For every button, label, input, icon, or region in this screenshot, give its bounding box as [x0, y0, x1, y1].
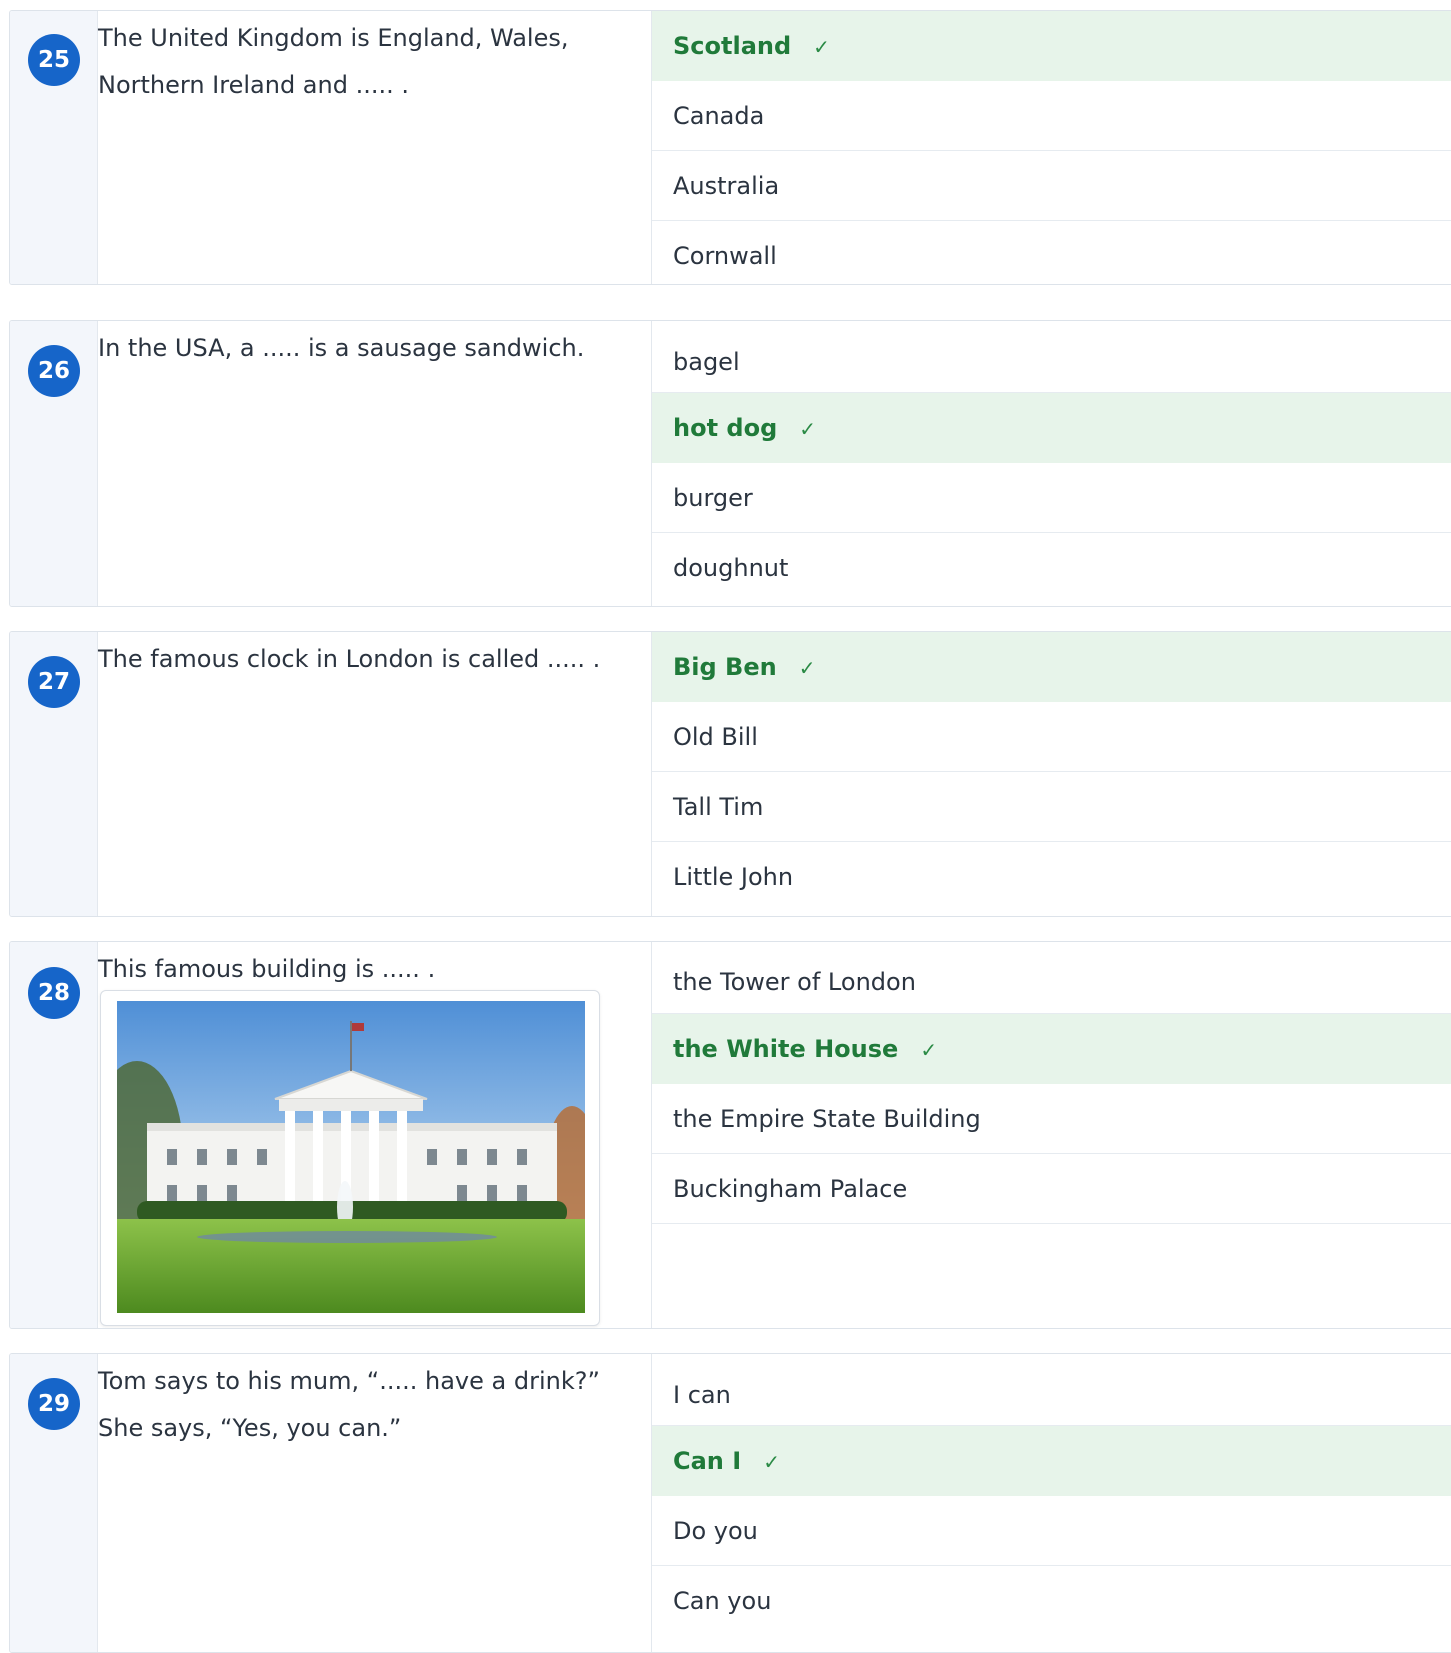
question-card: 27 The famous clock in London is called … [9, 631, 1451, 917]
white-house-image [117, 1001, 585, 1313]
answer-options: the Tower of London the White House ✓ the… [652, 942, 1451, 1328]
answer-option[interactable]: bagel [652, 321, 1451, 393]
answer-option[interactable]: Old Bill [652, 702, 1451, 772]
question-card: 29 Tom says to his mum, “..... have a dr… [9, 1353, 1451, 1653]
answer-label: Little John [673, 863, 794, 891]
question-text-line: The famous clock in London is called ...… [98, 645, 601, 673]
answer-option[interactable]: Buckingham Palace [652, 1154, 1451, 1224]
question-prompt: In the USA, a ..... is a sausage sandwic… [98, 321, 652, 606]
check-icon: ✓ [799, 417, 817, 441]
question-number-badge: 28 [28, 967, 80, 1019]
answer-option[interactable]: the Tower of London [652, 942, 1451, 1014]
answer-option[interactable]: I can [652, 1354, 1451, 1426]
answer-label: doughnut [673, 554, 789, 582]
question-card: 25 The United Kingdom is England, Wales,… [9, 10, 1451, 285]
answer-label: Canada [673, 102, 765, 130]
answer-option-correct[interactable]: Big Ben ✓ [652, 632, 1451, 702]
answer-label: Australia [673, 172, 780, 200]
question-text-line: This famous building is ..... . [98, 955, 436, 983]
answer-option[interactable]: Can you [652, 1566, 1451, 1636]
question-number-column: 28 [10, 942, 98, 1328]
question-text: The famous clock in London is called ...… [98, 636, 628, 683]
question-prompt: This famous building is ..... . [98, 942, 652, 1328]
answer-label: Tall Tim [673, 793, 764, 821]
question-prompt: The famous clock in London is called ...… [98, 632, 652, 916]
answer-label: Scotland [673, 32, 792, 60]
answer-option-correct[interactable]: Scotland ✓ [652, 11, 1451, 81]
answer-option[interactable]: the Empire State Building [652, 1084, 1451, 1154]
question-text-line: She says, “Yes, you can.” [98, 1414, 402, 1442]
answer-label: I can [673, 1381, 731, 1409]
answer-label: the Tower of London [673, 968, 916, 996]
question-card: 26 In the USA, a ..... is a sausage sand… [9, 320, 1451, 607]
answer-label: Buckingham Palace [673, 1175, 908, 1203]
question-text-line: Northern Ireland and ..... . [98, 71, 409, 99]
question-number-column: 27 [10, 632, 98, 916]
answer-option[interactable]: Tall Tim [652, 772, 1451, 842]
question-text: The United Kingdom is England, Wales, No… [98, 15, 628, 109]
question-number-badge: 29 [28, 1378, 80, 1430]
answer-label: Can you [673, 1587, 772, 1615]
answer-option[interactable]: burger [652, 463, 1451, 533]
answer-option[interactable]: Australia [652, 151, 1451, 221]
answer-label: Cornwall [673, 242, 777, 270]
question-text-line: Tom says to his mum, “..... have a drink… [98, 1367, 600, 1395]
answer-label: Old Bill [673, 723, 758, 751]
answer-options: I can Can I ✓ Do you Can you [652, 1354, 1451, 1652]
answer-option-correct[interactable]: hot dog ✓ [652, 393, 1451, 463]
check-icon: ✓ [920, 1038, 938, 1062]
answer-option[interactable]: Canada [652, 81, 1451, 151]
answer-option[interactable]: Little John [652, 842, 1451, 912]
answer-label: Do you [673, 1517, 758, 1545]
answer-label: Big Ben [673, 653, 777, 681]
question-prompt: Tom says to his mum, “..... have a drink… [98, 1354, 652, 1652]
check-icon: ✓ [798, 656, 816, 680]
question-text: This famous building is ..... . [98, 946, 628, 993]
answer-label: burger [673, 484, 753, 512]
question-text-line: In the USA, a ..... is a sausage sandwic… [98, 334, 585, 362]
answer-option-correct[interactable]: Can I ✓ [652, 1426, 1451, 1496]
question-card: 28 This famous building is ..... . the T… [9, 941, 1451, 1329]
question-number-column: 29 [10, 1354, 98, 1652]
answer-option[interactable]: Do you [652, 1496, 1451, 1566]
answer-options: Big Ben ✓ Old Bill Tall Tim Little John [652, 632, 1451, 916]
question-number-column: 25 [10, 11, 98, 284]
question-number-column: 26 [10, 321, 98, 606]
check-icon: ✓ [763, 1450, 780, 1474]
answer-label: hot dog [673, 414, 778, 442]
answer-option[interactable]: doughnut [652, 533, 1451, 603]
answer-option[interactable]: Cornwall [652, 221, 1451, 284]
question-number-badge: 25 [28, 34, 80, 86]
question-prompt: The United Kingdom is England, Wales, No… [98, 11, 652, 284]
answer-label: the White House [673, 1035, 899, 1063]
question-number-badge: 26 [28, 345, 80, 397]
answer-label: the Empire State Building [673, 1105, 981, 1133]
answer-label: bagel [673, 348, 740, 376]
answer-label: Can I [673, 1447, 742, 1475]
question-text-line: The United Kingdom is England, Wales, [98, 24, 569, 52]
question-text: Tom says to his mum, “..... have a drink… [98, 1358, 628, 1452]
answer-options: bagel hot dog ✓ burger doughnut [652, 321, 1451, 606]
answer-option-correct[interactable]: the White House ✓ [652, 1014, 1451, 1084]
check-icon: ✓ [813, 35, 830, 59]
question-text: In the USA, a ..... is a sausage sandwic… [98, 325, 628, 372]
answer-options: Scotland ✓ Canada Australia Cornwall [652, 11, 1451, 284]
white-house-photo [100, 990, 600, 1326]
question-number-badge: 27 [28, 656, 80, 708]
